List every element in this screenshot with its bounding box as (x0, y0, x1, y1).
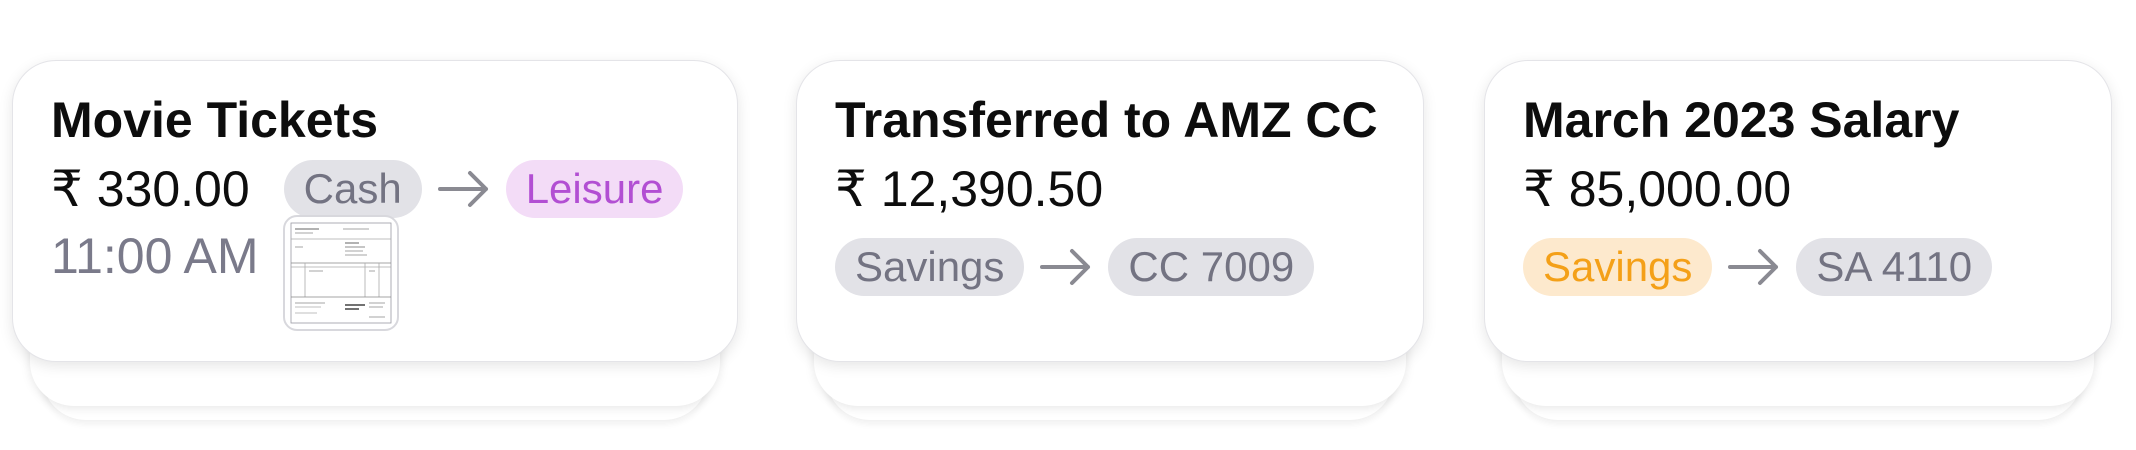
transaction-time: 11:00 AM (51, 228, 259, 284)
source-account-pill[interactable]: Savings (835, 238, 1025, 296)
transaction-meta-row: 11:00 AM (51, 215, 699, 355)
transaction-title: Movie Tickets (51, 92, 379, 148)
arrow-right-icon (1024, 238, 1108, 296)
transaction-amount-row: ₹ 85,000.00 (1523, 153, 2073, 225)
transfer-accounts-row: Savings SA 4110 (1523, 225, 2073, 309)
destination-account-pill[interactable]: SA 4110 (1796, 238, 1993, 296)
transaction-card-movie-tickets[interactable]: Movie Tickets ₹ 330.00 Cash Leisure 11:0… (12, 60, 738, 362)
transaction-title: March 2023 Salary (1523, 92, 1960, 148)
transaction-amount: ₹ 85,000.00 (1523, 161, 1792, 217)
transaction-card-stack: March 2023 Salary ₹ 85,000.00 Savings SA… (1484, 60, 2112, 420)
transaction-card-transfer-amz-cc[interactable]: Transferred to AMZ CC ₹ 12,390.50 Saving… (796, 60, 1424, 362)
destination-account-pill[interactable]: CC 7009 (1108, 238, 1315, 296)
category-pill[interactable]: Leisure (505, 160, 684, 218)
transfer-accounts-row: Savings CC 7009 (835, 225, 1385, 309)
transaction-amount: ₹ 330.00 (51, 161, 250, 217)
transaction-title: Transferred to AMZ CC (835, 92, 1378, 148)
receipt-thumbnail-icon[interactable] (282, 215, 399, 331)
transactions-strip: Movie Tickets ₹ 330.00 Cash Leisure 11:0… (0, 0, 2136, 450)
transaction-card-stack: Transferred to AMZ CC ₹ 12,390.50 Saving… (796, 60, 1424, 420)
arrow-right-icon (422, 160, 506, 218)
transaction-card-stack: Movie Tickets ₹ 330.00 Cash Leisure 11:0… (12, 60, 738, 420)
transaction-amount-row: ₹ 12,390.50 (835, 153, 1385, 225)
transaction-card-march-salary[interactable]: March 2023 Salary ₹ 85,000.00 Savings SA… (1484, 60, 2112, 362)
source-account-pill[interactable]: Savings (1523, 238, 1713, 296)
transaction-amount: ₹ 12,390.50 (835, 161, 1104, 217)
source-account-pill[interactable]: Cash (283, 160, 422, 218)
arrow-right-icon (1712, 238, 1796, 296)
